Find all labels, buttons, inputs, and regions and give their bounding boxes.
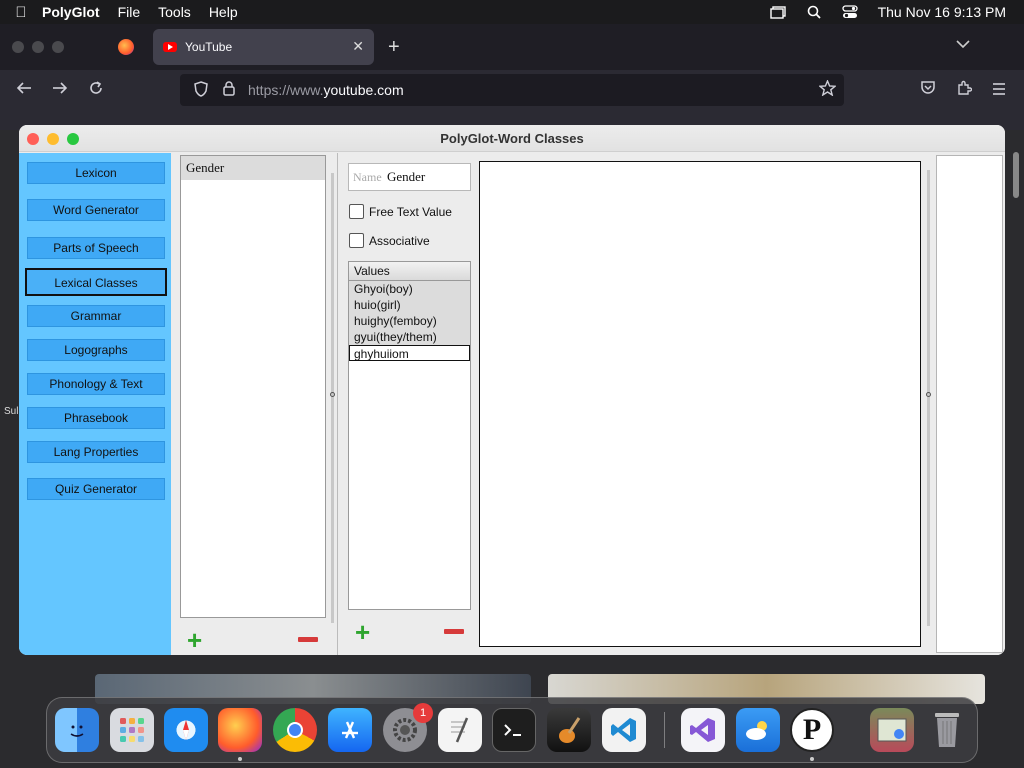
firefox-view-icon[interactable] bbox=[118, 39, 134, 55]
values-table[interactable]: Values Ghyoi(boy) huio(girl) huighy(femb… bbox=[348, 261, 471, 610]
associative-checkbox-row[interactable]: Associative bbox=[349, 233, 430, 248]
associative-checkbox[interactable] bbox=[349, 233, 364, 248]
menu-app-name[interactable]: PolyGlot bbox=[42, 4, 100, 20]
terminal-icon[interactable] bbox=[492, 708, 536, 752]
url-text[interactable]: https://www.youtube.com bbox=[248, 82, 404, 98]
browser-zoom-dot[interactable] bbox=[52, 41, 64, 53]
polyglot-window: PolyGlot-Word Classes Lexicon Word Gener… bbox=[19, 125, 1005, 655]
new-tab-button[interactable]: + bbox=[388, 36, 400, 59]
menu-bar:  PolyGlot File Tools Help Thu Nov 16 9:… bbox=[0, 0, 1024, 24]
vscode-icon[interactable] bbox=[602, 708, 646, 752]
sidebar-item-phrasebook[interactable]: Phrasebook bbox=[27, 407, 165, 429]
search-icon[interactable] bbox=[806, 5, 822, 19]
window-close-button[interactable] bbox=[27, 133, 39, 145]
reload-icon[interactable] bbox=[88, 80, 104, 101]
values-header[interactable]: Values bbox=[349, 262, 470, 281]
finder-icon[interactable] bbox=[55, 708, 99, 752]
remove-value-button[interactable] bbox=[444, 629, 464, 634]
sidebar-item-grammar[interactable]: Grammar bbox=[27, 305, 165, 327]
sidebar-item-logographs[interactable]: Logographs bbox=[27, 339, 165, 361]
launchpad-icon[interactable] bbox=[110, 708, 154, 752]
preview-icon[interactable] bbox=[870, 708, 914, 752]
close-tab-icon[interactable]: ✕ bbox=[352, 38, 364, 55]
splitter-knob-icon[interactable] bbox=[926, 392, 931, 397]
bookmark-star-icon[interactable] bbox=[818, 79, 837, 101]
shield-icon[interactable] bbox=[192, 80, 210, 100]
sidebar-item-word-generator[interactable]: Word Generator bbox=[27, 199, 165, 221]
safari-icon[interactable] bbox=[164, 708, 208, 752]
textedit-icon[interactable] bbox=[438, 708, 482, 752]
class-list[interactable]: Gender bbox=[180, 155, 326, 618]
list-item[interactable]: Gender bbox=[181, 156, 325, 180]
sidebar: Lexicon Word Generator Parts of Speech L… bbox=[19, 153, 171, 655]
window-zoom-button[interactable] bbox=[67, 133, 79, 145]
visual-studio-icon[interactable] bbox=[681, 708, 725, 752]
weather-icon[interactable] bbox=[736, 708, 780, 752]
apple-icon[interactable]:  bbox=[0, 4, 42, 21]
remove-class-button[interactable] bbox=[298, 637, 318, 642]
menu-file[interactable]: File bbox=[118, 4, 141, 20]
running-indicator bbox=[238, 757, 242, 761]
tab-youtube[interactable]: YouTube ✕ bbox=[153, 29, 374, 65]
pocket-icon[interactable] bbox=[920, 80, 936, 100]
divider bbox=[337, 153, 338, 655]
associative-label: Associative bbox=[369, 233, 430, 248]
sidebar-item-lexicon[interactable]: Lexicon bbox=[27, 162, 165, 184]
menu-tools[interactable]: Tools bbox=[158, 4, 191, 20]
table-row[interactable]: gyui(they/them) bbox=[349, 329, 470, 345]
sidebar-item-quiz-generator[interactable]: Quiz Generator bbox=[27, 478, 165, 500]
splitter-knob-icon[interactable] bbox=[330, 392, 335, 397]
add-value-button[interactable]: + bbox=[355, 619, 370, 645]
table-row[interactable]: huighy(femboy) bbox=[349, 313, 470, 329]
garageband-icon[interactable] bbox=[547, 708, 591, 752]
browser-close-dot[interactable] bbox=[12, 41, 24, 53]
menu-help[interactable]: Help bbox=[209, 4, 238, 20]
url-bar[interactable]: https://www.youtube.com bbox=[180, 74, 844, 106]
table-row[interactable]: huio(girl) bbox=[349, 297, 470, 313]
polyglot-icon[interactable]: P bbox=[790, 708, 834, 752]
tab-title: YouTube bbox=[185, 40, 233, 54]
clock[interactable]: Thu Nov 16 9:13 PM bbox=[878, 4, 1006, 20]
name-placeholder: Name bbox=[353, 169, 382, 184]
sidebar-item-lang-properties[interactable]: Lang Properties bbox=[27, 441, 165, 463]
firefox-icon[interactable] bbox=[218, 708, 262, 752]
page-scrollbar[interactable] bbox=[1013, 152, 1019, 198]
splitter-handle[interactable] bbox=[331, 173, 334, 623]
free-text-label: Free Text Value bbox=[369, 204, 452, 219]
url-prefix: https://www. bbox=[248, 82, 324, 98]
add-class-button[interactable]: + bbox=[187, 627, 202, 653]
free-text-checkbox[interactable] bbox=[349, 204, 364, 219]
window-icon[interactable] bbox=[769, 5, 786, 19]
hamburger-menu-icon[interactable] bbox=[992, 80, 1006, 100]
dock-separator bbox=[664, 712, 665, 748]
sidebar-item-lexical-classes[interactable]: Lexical Classes bbox=[25, 268, 167, 296]
sidebar-item-parts-of-speech[interactable]: Parts of Speech bbox=[27, 237, 165, 259]
url-domain: youtube.com bbox=[323, 82, 404, 98]
running-indicator bbox=[810, 757, 814, 761]
editor-splitter[interactable] bbox=[927, 170, 930, 626]
name-value: Gender bbox=[387, 169, 426, 184]
control-center-icon[interactable] bbox=[841, 5, 858, 19]
name-field[interactable]: Name Gender bbox=[348, 163, 471, 191]
extensions-icon[interactable] bbox=[956, 80, 973, 101]
back-icon[interactable] bbox=[16, 80, 32, 100]
youtube-icon bbox=[163, 42, 177, 52]
window-title: PolyGlot-Word Classes bbox=[19, 125, 1005, 152]
trash-icon[interactable] bbox=[925, 708, 969, 752]
value-edit-cell[interactable]: ghyhuiiom bbox=[349, 345, 470, 361]
table-row[interactable]: Ghyoi(boy) bbox=[349, 281, 470, 297]
notification-badge: 1 bbox=[413, 703, 433, 723]
app-store-icon[interactable] bbox=[328, 708, 372, 752]
forward-icon[interactable] bbox=[52, 80, 68, 100]
chrome-icon[interactable] bbox=[273, 708, 317, 752]
lock-icon[interactable] bbox=[220, 81, 238, 99]
desktop-label: Sul bbox=[4, 406, 19, 417]
window-minimize-button[interactable] bbox=[47, 133, 59, 145]
sidebar-item-phonology-text[interactable]: Phonology & Text bbox=[27, 373, 165, 395]
free-text-checkbox-row[interactable]: Free Text Value bbox=[349, 204, 452, 219]
chevron-down-icon[interactable] bbox=[956, 37, 970, 52]
notes-editor[interactable] bbox=[479, 161, 921, 647]
browser-minimize-dot[interactable] bbox=[32, 41, 44, 53]
right-pane bbox=[936, 155, 1003, 653]
